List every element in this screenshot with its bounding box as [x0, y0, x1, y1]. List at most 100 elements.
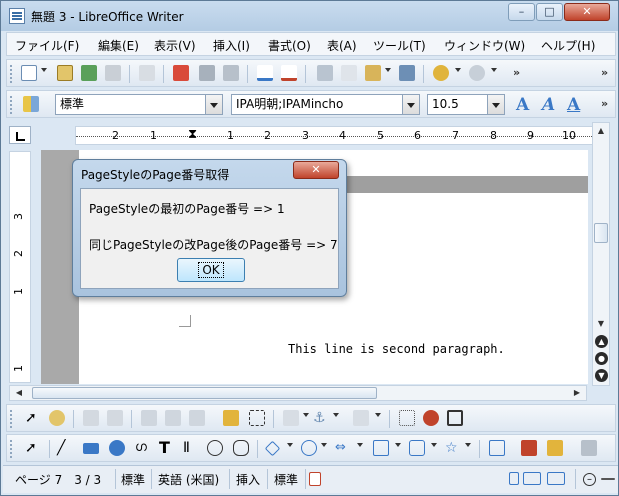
frame-icon[interactable] [447, 410, 463, 426]
export-pdf-icon[interactable] [173, 65, 189, 81]
flowchart-icon[interactable] [373, 440, 389, 456]
basic-shapes-dropdown-icon[interactable] [287, 443, 293, 447]
open-folder-icon[interactable] [57, 65, 73, 81]
italic-icon[interactable]: A [542, 95, 555, 115]
close-button[interactable]: ✕ [564, 3, 610, 21]
zoom-out-icon[interactable]: – [583, 473, 596, 486]
properties-icon[interactable] [107, 410, 123, 426]
align-icon[interactable] [353, 410, 369, 426]
toolbar-grip[interactable] [10, 440, 13, 458]
navigator-icon[interactable] [189, 410, 205, 426]
from-file-icon[interactable] [547, 440, 563, 456]
scroll-thumb[interactable] [594, 223, 608, 243]
font-name-select[interactable]: IPA明朝;IPAMincho [231, 94, 420, 115]
clone-formatting-icon[interactable] [399, 65, 415, 81]
design-mode-icon[interactable] [223, 410, 239, 426]
select-pointer-icon[interactable]: ➚ [25, 410, 41, 426]
anchor-icon[interactable]: ⚓ [313, 410, 329, 426]
status-language[interactable]: 英語 (米国) [158, 471, 219, 488]
vertical-callouts-icon[interactable] [233, 440, 249, 456]
multi-page-view-icon[interactable] [523, 472, 541, 485]
toolbar-overflow-icon[interactable]: » [513, 66, 520, 79]
focus-icon[interactable] [249, 410, 265, 426]
callout-shapes-dropdown-icon[interactable] [431, 443, 437, 447]
chevron-down-icon[interactable] [487, 95, 504, 114]
styles-formatting-icon[interactable] [23, 96, 39, 112]
menu-edit[interactable]: 編集(E) [98, 37, 139, 54]
navigation-icon[interactable]: ● [595, 352, 608, 365]
toolbar-overflow-icon[interactable]: » [601, 97, 608, 110]
chevron-down-icon[interactable] [205, 95, 222, 114]
table-control-icon[interactable] [165, 410, 181, 426]
scroll-up-icon[interactable]: ▲ [594, 124, 608, 138]
indent-marker-icon[interactable]: ⧗ [188, 127, 197, 142]
status-page-style[interactable]: 標準 [121, 471, 145, 488]
toolbar-grip[interactable] [10, 410, 13, 428]
cut-icon[interactable] [317, 65, 333, 81]
scroll-down-icon[interactable]: ▼ [594, 317, 608, 331]
paragraph-style-select[interactable]: 標準 [55, 94, 223, 115]
menu-file[interactable]: ファイル(F) [15, 37, 79, 54]
basic-shapes-icon[interactable] [264, 440, 281, 457]
text-icon[interactable]: T [159, 440, 175, 456]
copy-icon[interactable] [341, 65, 357, 81]
menu-help[interactable]: ヘルプ(H) [541, 37, 595, 54]
autospellcheck-icon[interactable] [281, 65, 297, 81]
flowchart-dropdown-icon[interactable] [395, 443, 401, 447]
line-icon[interactable]: ╱ [57, 440, 73, 456]
symbol-shapes-dropdown-icon[interactable] [321, 443, 327, 447]
callouts-icon[interactable] [207, 440, 223, 456]
snap-magnet-icon[interactable] [423, 410, 439, 426]
status-insert-mode[interactable]: 挿入 [236, 471, 260, 488]
horizontal-scrollbar[interactable]: ◀ ▶ [9, 385, 587, 401]
menu-insert[interactable]: 挿入(I) [213, 37, 250, 54]
toolbar-grip[interactable] [10, 65, 13, 83]
wrench-icon[interactable] [83, 410, 99, 426]
redo-dropdown-icon[interactable] [491, 68, 497, 72]
redo-icon[interactable] [469, 65, 485, 81]
fontwork-icon[interactable] [521, 440, 537, 456]
menu-view[interactable]: 表示(V) [154, 37, 196, 54]
stars-dropdown-icon[interactable] [465, 443, 471, 447]
vertical-ruler[interactable]: 3 2 1 1 [9, 151, 31, 383]
toolbar-grip[interactable] [10, 96, 13, 114]
freeform-icon[interactable]: ഗ [135, 440, 151, 456]
ellipse-icon[interactable] [109, 440, 125, 456]
status-page[interactable]: ページ 7 3 / 3 [15, 471, 101, 488]
ok-button[interactable]: OK [177, 258, 245, 282]
book-view-icon[interactable] [547, 472, 565, 485]
email-icon[interactable] [105, 65, 121, 81]
callout-dropdown-icon[interactable] [303, 413, 309, 417]
bold-icon[interactable]: A [516, 95, 529, 115]
block-arrows-icon[interactable]: ⇔ [335, 440, 351, 456]
paste-dropdown-icon[interactable] [385, 68, 391, 72]
callout-shapes-icon[interactable] [409, 440, 425, 456]
callout-icon[interactable] [283, 410, 299, 426]
block-arrows-dropdown-icon[interactable] [357, 443, 363, 447]
extrusion-icon[interactable] [581, 440, 597, 456]
menu-table[interactable]: 表(A) [327, 37, 357, 54]
edit-mode-icon[interactable] [139, 65, 155, 81]
toolbar-overflow-icon-right[interactable]: » [601, 66, 608, 79]
menu-format[interactable]: 書式(O) [268, 37, 311, 54]
stars-icon[interactable]: ☆ [445, 440, 461, 456]
single-page-view-icon[interactable] [509, 472, 519, 485]
rectangle-icon[interactable] [83, 443, 99, 454]
vertical-scrollbar[interactable]: ▲ ▼ ▲ ● ▼ [592, 122, 610, 386]
undo-icon[interactable] [433, 65, 449, 81]
paste-icon[interactable] [365, 65, 381, 81]
spellcheck-icon[interactable] [257, 65, 273, 81]
scroll-left-icon[interactable]: ◀ [12, 387, 26, 399]
horizontal-scroll-thumb[interactable] [32, 387, 377, 399]
hand-icon[interactable] [49, 410, 65, 426]
anchor-dropdown-icon[interactable] [333, 413, 339, 417]
menu-window[interactable]: ウィンドウ(W) [444, 37, 525, 54]
form-design-icon[interactable] [141, 410, 157, 426]
paragraph-text[interactable]: This line is second paragraph. [288, 342, 505, 356]
grid-icon[interactable] [399, 410, 415, 426]
minimize-button[interactable]: – [508, 3, 535, 21]
align-dropdown-icon[interactable] [375, 413, 381, 417]
vertical-text-icon[interactable]: Ⅱ [183, 440, 199, 456]
zoom-slider[interactable] [601, 478, 615, 480]
symbol-shapes-icon[interactable] [301, 440, 317, 456]
